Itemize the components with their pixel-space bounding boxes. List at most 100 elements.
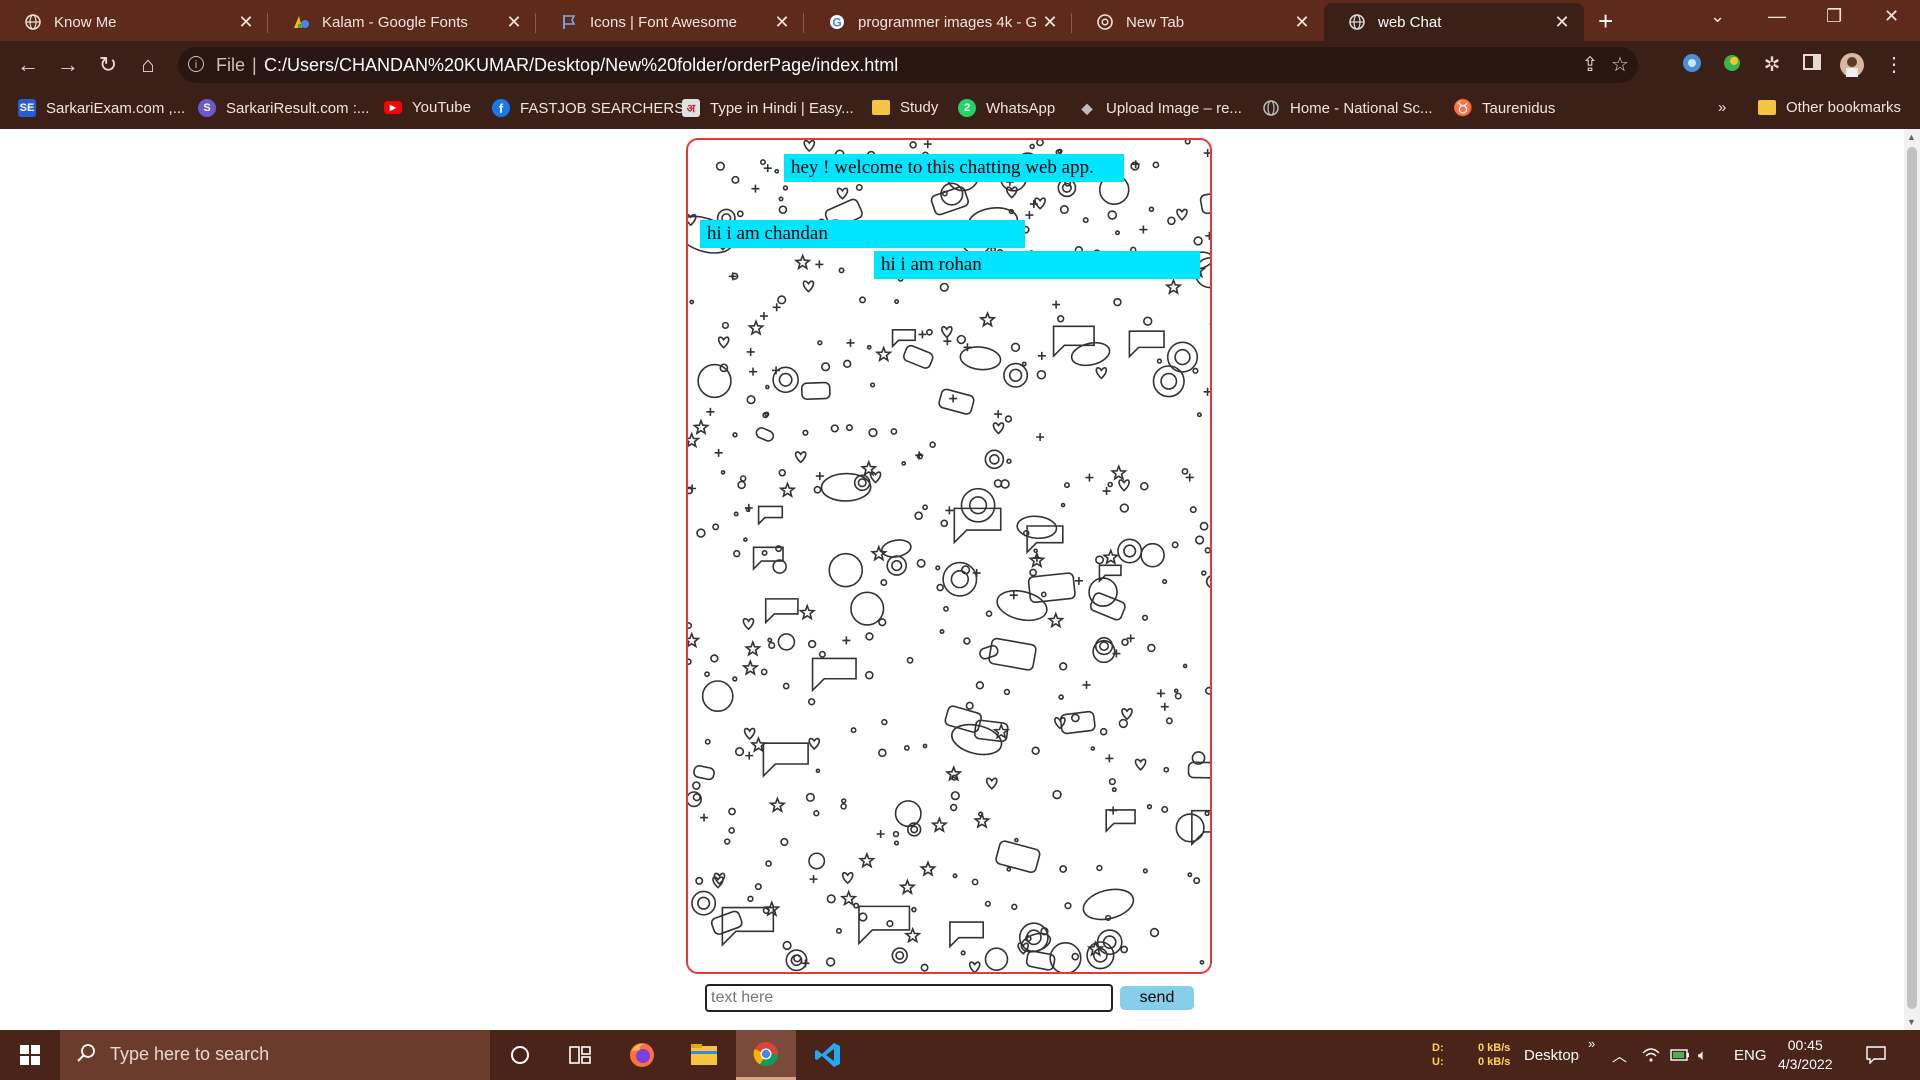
back-arrow-icon[interactable]: ← <box>14 51 42 79</box>
message-right: hi i am rohan <box>874 251 1200 279</box>
message-input[interactable] <box>705 984 1113 1012</box>
scrollbar-thumb[interactable] <box>1907 147 1917 1009</box>
bookmark-fastjob[interactable]: f FASTJOB SEARCHERS <box>492 99 684 117</box>
color-extension-icon[interactable] <box>1720 53 1744 77</box>
taskbar-search[interactable]: Type here to search <box>60 1030 490 1080</box>
side-panel-icon[interactable] <box>1800 53 1824 77</box>
bookmark-national-sc[interactable]: Home - National Sc... <box>1262 99 1433 117</box>
tab-title: programmer images 4k - G <box>858 13 1036 31</box>
bookmark-sarkariresult[interactable]: S SarkariResult.com :... <box>198 99 369 117</box>
send-button[interactable]: send <box>1120 986 1194 1010</box>
window-close-icon[interactable]: ✕ <box>1884 6 1899 27</box>
globe-icon <box>1262 99 1280 117</box>
globe-icon <box>1348 13 1366 31</box>
bookmark-type-in-hindi[interactable]: अ Type in Hindi | Easy... <box>682 99 854 117</box>
google-fonts-icon <box>292 13 310 31</box>
tab-title: web Chat <box>1378 13 1442 31</box>
bookmark-sarkariexam[interactable]: SE SarkariExam.com ,... <box>18 99 185 117</box>
vscode-icon[interactable] <box>798 1030 858 1080</box>
url-text[interactable]: C:/Users/CHANDAN%20KUMAR/Desktop/New%20f… <box>264 55 898 76</box>
bookmark-label: Type in Hindi | Easy... <box>710 99 854 117</box>
cortana-icon[interactable] <box>490 1030 550 1080</box>
desktop-toolbar[interactable]: Desktop <box>1524 1030 1579 1080</box>
notification-icon[interactable] <box>1866 1030 1886 1080</box>
other-bookmarks[interactable]: Other bookmarks <box>1758 99 1901 116</box>
tab-kalam-google-fonts[interactable]: Kalam - Google Fonts ✕ <box>268 3 536 41</box>
tab-know-me[interactable]: Know Me ✕ <box>0 3 268 41</box>
bookmark-upload-image[interactable]: ◆ Upload Image – re... <box>1078 99 1242 117</box>
folder-icon <box>1758 100 1776 115</box>
close-icon[interactable]: ✕ <box>232 12 260 33</box>
bookmark-label: Other bookmarks <box>1786 99 1902 116</box>
close-icon[interactable]: ✕ <box>1288 12 1316 33</box>
bookmark-label: SarkariExam.com ,... <box>46 99 186 117</box>
restore-icon[interactable]: ❐ <box>1826 6 1842 27</box>
windows-taskbar: Type here to search D: U: 0 kB/s 0 kB/s De… <box>0 1030 1920 1080</box>
bookmark-youtube[interactable]: ▶ YouTube <box>384 99 471 116</box>
tab-title: Kalam - Google Fonts <box>322 13 468 31</box>
address-bar[interactable]: i File | C:/Users/CHANDAN%20KUMAR/Deskto… <box>178 47 1638 83</box>
battery-icon[interactable] <box>1670 1030 1690 1080</box>
windows-start-icon[interactable] <box>0 1030 60 1080</box>
bookmark-label: SarkariResult.com :... <box>226 99 370 117</box>
puzzle-icon[interactable]: ✲ <box>1760 53 1784 77</box>
globe-icon <box>24 13 42 31</box>
kebab-menu-icon[interactable]: ⋮ <box>1882 53 1906 77</box>
tab-web-chat[interactable]: web Chat ✕ <box>1324 3 1584 41</box>
info-icon[interactable]: i <box>188 56 204 72</box>
upload-icon: ◆ <box>1081 99 1093 116</box>
star-icon[interactable]: ☆ <box>1608 53 1632 77</box>
desktop-chevron[interactable]: » <box>1588 1018 1595 1068</box>
task-view-icon[interactable] <box>550 1030 610 1080</box>
forward-arrow-icon[interactable]: → <box>54 51 82 79</box>
page-scrollbar[interactable]: ▲ ▼ <box>1904 129 1920 1030</box>
bookmark-label: YouTube <box>412 99 471 116</box>
se-icon: SE <box>18 99 36 117</box>
bookmark-label: Study <box>900 99 939 116</box>
share-icon[interactable]: ⇪ <box>1578 53 1602 77</box>
tab-font-awesome[interactable]: Icons | Font Awesome ✕ <box>536 3 804 41</box>
scheme-divider: | <box>252 55 257 75</box>
language-indicator[interactable]: ENG <box>1734 1030 1767 1080</box>
bookmark-label: WhatsApp <box>986 99 1056 117</box>
speaker-icon[interactable]: 🔈︎ <box>1698 1030 1707 1080</box>
scroll-up-icon[interactable]: ▲ <box>1907 132 1916 142</box>
home-icon[interactable]: ⌂ <box>134 51 162 79</box>
extension-circle-icon[interactable] <box>1680 53 1704 77</box>
tab-strip: Know Me ✕ Kalam - Google Fonts ✕ Icons |… <box>0 0 1920 41</box>
close-icon[interactable]: ✕ <box>768 12 796 33</box>
chevron-up-icon[interactable]: ︿ <box>1612 1030 1627 1080</box>
clock[interactable]: 00:45 4/3/2022 <box>1778 1036 1833 1074</box>
hindi-icon: अ <box>682 99 700 117</box>
tab-search-chevron-icon[interactable]: ⌄ <box>1710 6 1725 27</box>
bookmark-whatsapp[interactable]: 2 WhatsApp <box>958 99 1055 117</box>
svg-text:G: G <box>832 16 841 30</box>
avatar[interactable] <box>1840 53 1864 77</box>
close-icon[interactable]: ✕ <box>1036 12 1064 33</box>
search-icon <box>76 1043 96 1069</box>
browser-toolbar: ← → ↻ ⌂ i File | C:/Users/CHANDAN%20KUMA… <box>0 41 1920 89</box>
firefox-icon[interactable] <box>612 1030 672 1080</box>
close-icon[interactable]: ✕ <box>500 12 528 33</box>
net-speed: 0 kB/s 0 kB/s <box>1478 1042 1511 1068</box>
flag-icon <box>560 13 578 31</box>
tab-new-tab[interactable]: New Tab ✕ <box>1072 3 1324 41</box>
search-placeholder: Type here to search <box>110 1044 270 1064</box>
file-explorer-icon[interactable] <box>674 1030 734 1080</box>
whatsapp-icon: 2 <box>958 99 976 117</box>
close-icon[interactable]: ✕ <box>1548 12 1576 33</box>
bookmark-study[interactable]: Study <box>872 99 938 116</box>
minimize-icon[interactable]: — <box>1768 6 1786 27</box>
youtube-icon: ▶ <box>384 101 402 114</box>
bookmark-label: Taurenidus <box>1482 99 1556 117</box>
chrome-taskbar-icon[interactable] <box>736 1030 796 1080</box>
reload-icon[interactable]: ↻ <box>94 51 122 79</box>
wifi-icon[interactable] <box>1642 1030 1660 1080</box>
page-content: hey ! welcome to this chatting web app. … <box>0 129 1904 1030</box>
tab-programmer-images[interactable]: G programmer images 4k - G ✕ <box>804 3 1072 41</box>
more-bookmarks-button[interactable]: » <box>1718 99 1726 116</box>
new-tab-button[interactable]: + <box>1598 8 1613 34</box>
bookmark-taurenidus[interactable]: ♉ Taurenidus <box>1453 99 1556 118</box>
scroll-down-icon[interactable]: ▼ <box>1907 1017 1916 1027</box>
bookmark-label: FASTJOB SEARCHERS <box>520 99 685 117</box>
